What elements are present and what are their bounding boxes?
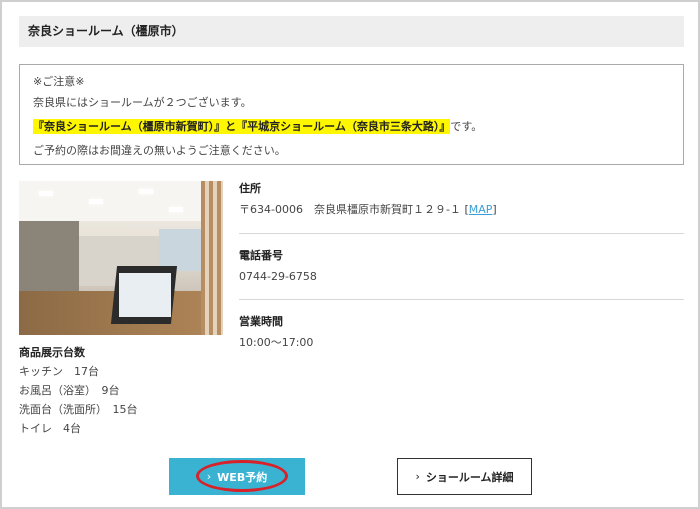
hours-block: 営業時間 10:00〜17:00 [239,313,684,352]
address-label: 住所 [239,182,261,195]
notice-line-2: 『奈良ショールーム（橿原市新賀町）』と『平城京ショールーム（奈良市三条大路）』で… [33,115,670,139]
showroom-detail-label: ショールーム詳細 [425,470,514,484]
display-counts-heading: 商品展示台数 [19,346,85,359]
notice-box: ※ご注意※ 奈良県にはショールームが２つございます。 『奈良ショールーム（橿原市… [19,64,684,165]
notice-line-2-suffix: です。 [450,120,483,133]
chevron-right-icon: › [206,470,212,483]
display-count-item: キッチン 17台 [19,365,99,378]
hours-value: 10:00〜17:00 [239,336,314,349]
address-value: 〒634-0006 奈良県橿原市新賀町１２９-１ [MAP] [239,201,684,219]
showroom-photo [19,181,223,335]
notice-heading: ※ご注意※ [33,75,85,88]
divider [239,233,684,234]
notice-line-1: 奈良県にはショールームが２つございます。 [33,96,252,109]
notice-line-3: ご予約の際はお間違えの無いようご注意ください。 [33,144,286,157]
display-count-item: トイレ 4台 [19,422,81,435]
showroom-detail-button[interactable]: › ショールーム詳細 [397,458,532,495]
phone-label: 電話番号 [239,249,283,262]
web-reserve-button[interactable]: › WEB予約 [169,458,305,495]
web-reserve-label: WEB予約 [217,470,268,484]
address-text: 〒634-0006 奈良県橿原市新賀町１２９-１ [239,203,461,216]
phone-block: 電話番号 0744-29-6758 [239,247,684,286]
map-link[interactable]: MAP [469,203,493,216]
page-title: 奈良ショールーム（橿原市） [19,16,684,47]
display-count-item: 洗面台（洗面所） 15台 [19,403,138,416]
chevron-right-icon: › [415,470,420,483]
display-count-item: お風呂（浴室） 9台 [19,384,120,397]
map-bracket-close: ] [492,203,497,216]
notice-highlight: 『奈良ショールーム（橿原市新賀町）』と『平城京ショールーム（奈良市三条大路）』 [33,119,451,134]
divider [239,299,684,300]
hours-label: 営業時間 [239,315,283,328]
phone-value: 0744-29-6758 [239,270,317,283]
address-block: 住所 〒634-0006 奈良県橿原市新賀町１２９-１ [MAP] [239,180,684,219]
display-counts: 商品展示台数 キッチン 17台 お風呂（浴室） 9台 洗面台（洗面所） 15台 … [19,344,223,438]
showroom-card: 奈良ショールーム（橿原市） ※ご注意※ 奈良県にはショールームが２つございます。… [0,0,700,509]
